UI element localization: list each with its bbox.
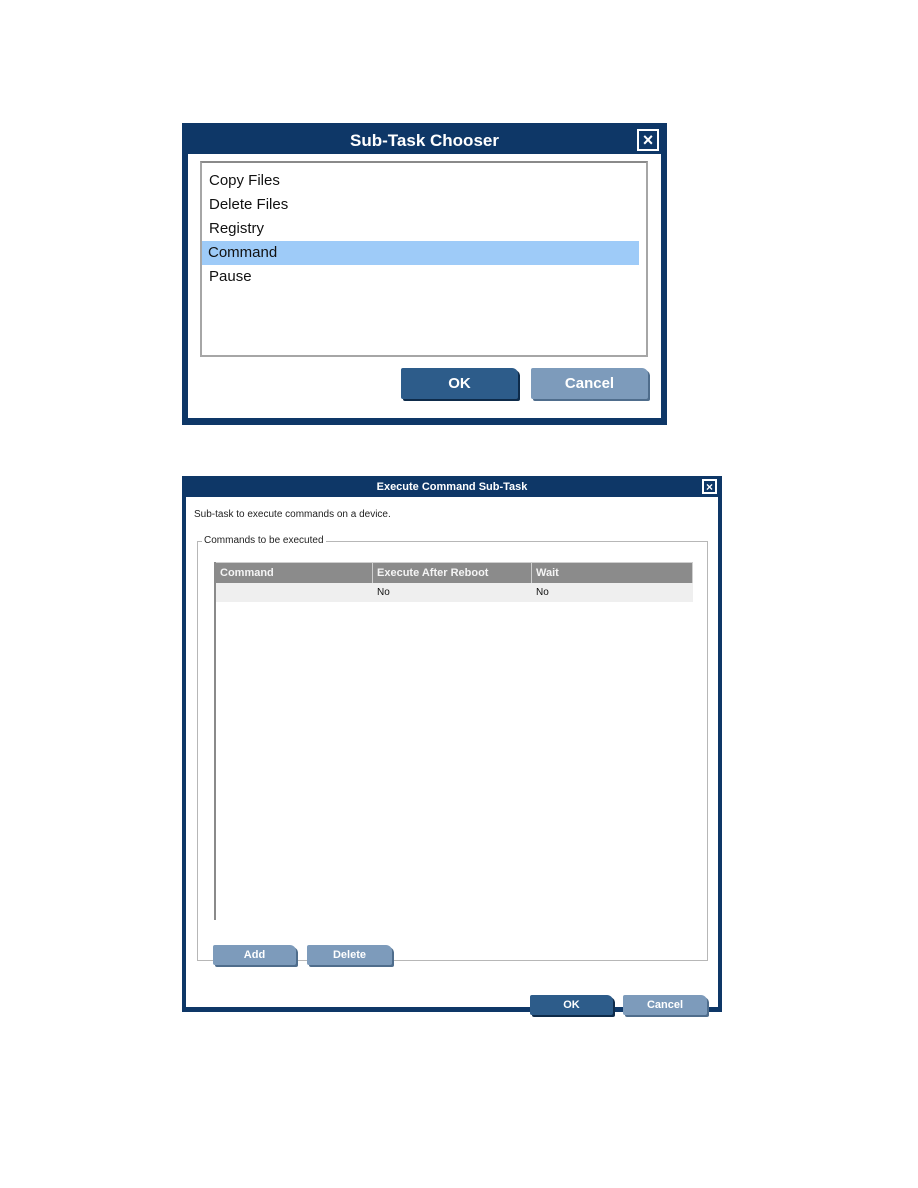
list-item-delete-files[interactable]: Delete Files	[202, 193, 639, 217]
list-item-registry[interactable]: Registry	[202, 217, 639, 241]
cell-execute-after-reboot[interactable]: No	[373, 583, 532, 602]
cancel-button[interactable]: Cancel	[531, 368, 648, 399]
close-button[interactable]: ×	[702, 479, 717, 494]
dialog-title: Execute Command Sub-Task	[376, 481, 528, 493]
column-header-command[interactable]: Command	[216, 563, 373, 584]
column-header-execute-after-reboot[interactable]: Execute After Reboot	[373, 563, 532, 584]
cell-command[interactable]	[216, 583, 373, 602]
cell-wait[interactable]: No	[532, 583, 693, 602]
close-icon: ×	[642, 130, 654, 150]
cancel-button[interactable]: Cancel	[623, 995, 707, 1015]
list-item-command[interactable]: Command	[202, 241, 639, 265]
ok-button[interactable]: OK	[530, 995, 613, 1015]
group-label: Commands to be executed	[202, 535, 326, 546]
dialog-body: Sub-task to execute commands on a device…	[186, 497, 718, 1015]
execute-command-dialog: Execute Command Sub-Task × Sub-task to e…	[182, 476, 722, 1015]
add-button[interactable]: Add	[213, 945, 296, 965]
table-header: Command Execute After Reboot Wait	[216, 562, 693, 584]
close-button[interactable]: ×	[637, 129, 659, 151]
column-header-wait[interactable]: Wait	[532, 563, 693, 584]
sub-task-chooser-dialog: Sub-Task Chooser × Copy Files Delete Fil…	[182, 123, 667, 425]
ok-button[interactable]: OK	[401, 368, 518, 399]
dialog-description: Sub-task to execute commands on a device…	[194, 509, 391, 520]
sub-task-list[interactable]: Copy Files Delete Files Registry Command…	[200, 161, 648, 357]
commands-table[interactable]: Command Execute After Reboot Wait No No	[214, 562, 693, 920]
table-row[interactable]: No No	[216, 583, 693, 602]
delete-button[interactable]: Delete	[307, 945, 392, 965]
commands-group: Commands to be executed Command Execute …	[197, 535, 708, 961]
close-icon: ×	[705, 479, 713, 494]
list-item-pause[interactable]: Pause	[202, 265, 639, 289]
list-item-copy-files[interactable]: Copy Files	[202, 169, 639, 193]
dialog-body: Copy Files Delete Files Registry Command…	[188, 154, 661, 418]
